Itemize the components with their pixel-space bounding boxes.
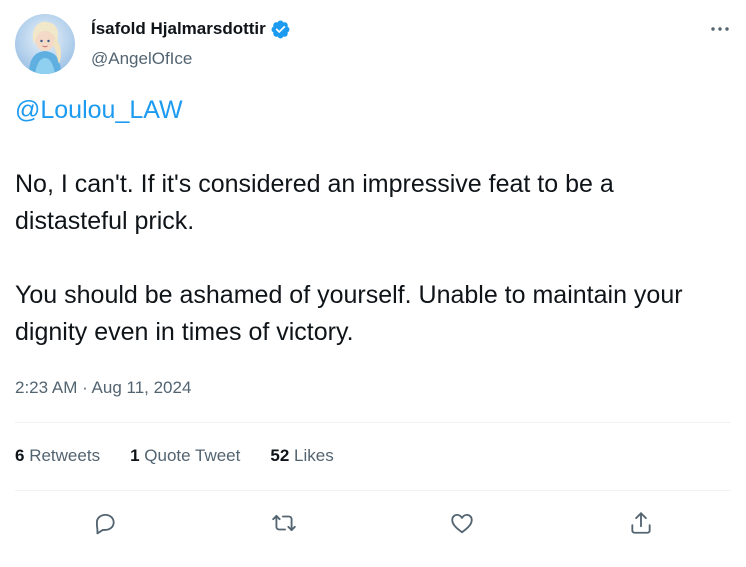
display-name[interactable]: Ísafold Hjalmarsdottir [91,19,266,39]
author-handle[interactable]: @AngelOfIce [91,49,291,69]
engagement-stats: 6 Retweets 1 Quote Tweet 52 Likes [15,446,334,466]
retweets-label: Retweets [29,446,101,465]
author-info: Ísafold Hjalmarsdottir @AngelOfIce [91,18,291,69]
like-icon[interactable] [445,506,479,540]
likes-label: Likes [294,446,334,465]
avatar[interactable] [15,14,75,74]
tweet-paragraph-1: No, I can't. If it's considered an impre… [15,170,614,235]
share-icon[interactable] [624,506,658,540]
more-options-icon[interactable] [709,18,731,40]
tweet-header: Ísafold Hjalmarsdottir @AngelOfIce [15,14,731,76]
likes-count: 52 [270,446,290,465]
reply-icon[interactable] [88,506,122,540]
retweets-stat[interactable]: 6 Retweets [15,446,100,466]
avatar-image [15,14,75,74]
tweet-text: @Loulou_LAW No, I can't. If it's conside… [15,92,731,351]
name-row: Ísafold Hjalmarsdottir [91,18,291,40]
tweet-timestamp[interactable]: 2:23 AM · Aug 11, 2024 [15,378,191,398]
quote-tweets-label: Quote Tweet [144,446,241,465]
verified-badge-icon [270,19,291,40]
divider [15,490,731,491]
quote-tweets-stat[interactable]: 1 Quote Tweet [130,446,240,466]
quote-tweets-count: 1 [130,446,140,465]
action-bar [0,506,746,540]
likes-stat[interactable]: 52 Likes [270,446,333,466]
retweet-icon[interactable] [267,506,301,540]
tweet-paragraph-2: You should be ashamed of yourself. Unabl… [15,281,683,346]
divider [15,422,731,423]
mention-link[interactable]: @Loulou_LAW [15,92,731,129]
retweets-count: 6 [15,446,25,465]
